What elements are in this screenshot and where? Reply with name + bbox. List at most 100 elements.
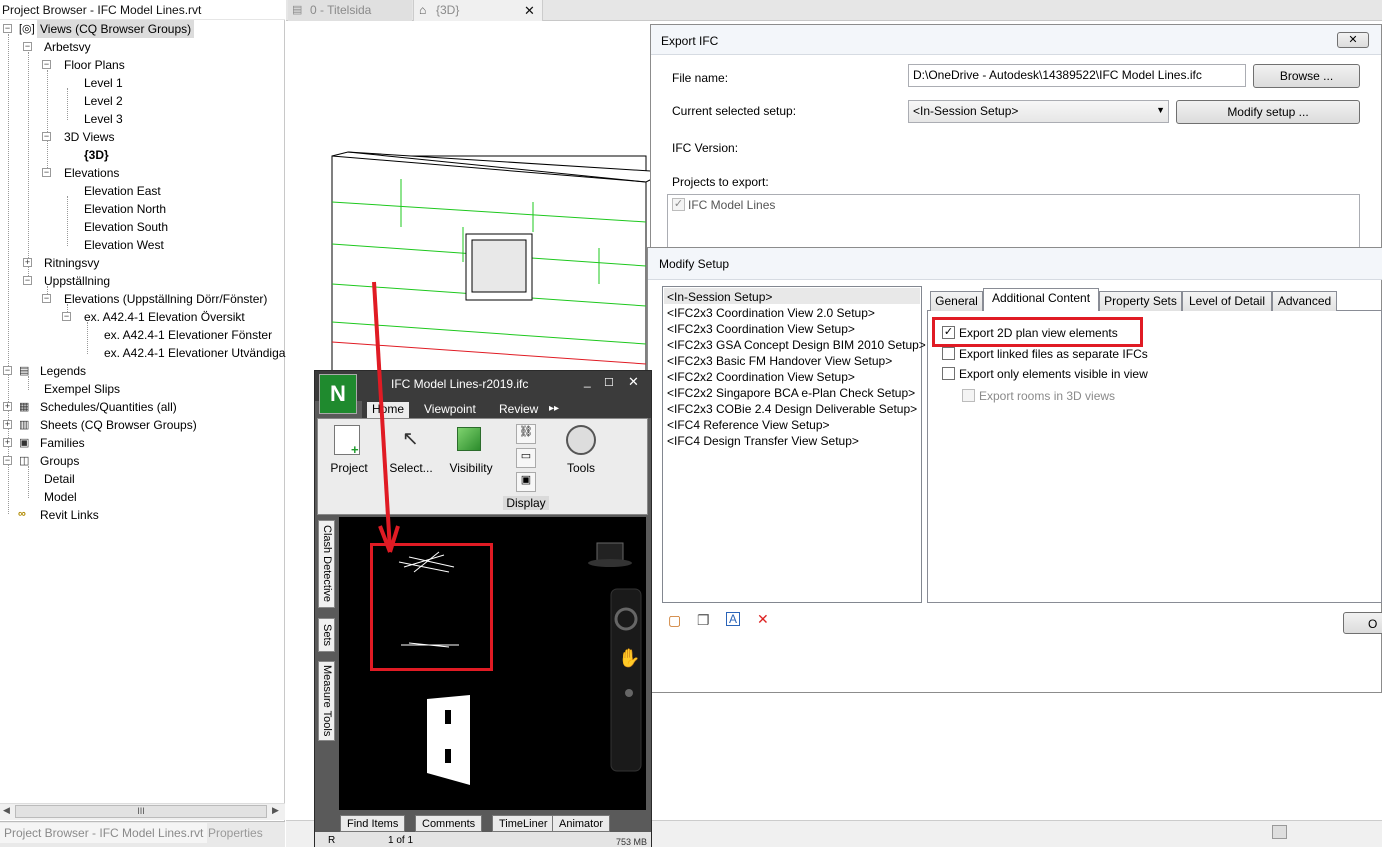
collapse-toggle[interactable]: − xyxy=(3,24,12,33)
tree-item-ritningsvy[interactable]: Ritningsvy xyxy=(44,254,99,272)
tab-titelsida[interactable]: ▤ 0 - Titelsida xyxy=(288,0,412,21)
tree-item-views[interactable]: Views (CQ Browser Groups) xyxy=(37,20,195,38)
collapse-toggle[interactable]: − xyxy=(23,276,32,285)
tree-item-elevationer-fonster[interactable]: ex. A42.4-1 Elevationer Fönster xyxy=(104,326,272,344)
close-button[interactable]: ✕ xyxy=(1337,32,1369,48)
tree-item-groups[interactable]: Groups xyxy=(40,452,79,470)
export-rooms-checkbox[interactable] xyxy=(962,389,975,402)
duplicate-setup-icon[interactable]: ❐ xyxy=(697,612,710,629)
side-tab-clash-detective[interactable]: Clash Detective xyxy=(318,520,335,608)
side-tab-measure-tools[interactable]: Measure Tools xyxy=(318,661,335,741)
setup-item[interactable]: <IFC2x2 Singapore BCA e-Plan Check Setup… xyxy=(667,385,915,401)
more-tabs-icon[interactable]: ▸▸ xyxy=(549,403,559,414)
expand-toggle[interactable]: + xyxy=(3,420,12,429)
ok-button[interactable]: O xyxy=(1343,612,1382,634)
collapse-toggle[interactable]: − xyxy=(3,456,12,465)
tree-item-elevation-oversikt[interactable]: ex. A42.4-1 Elevation Översikt xyxy=(84,308,245,326)
tab-advanced[interactable]: Advanced xyxy=(1272,291,1337,311)
scroll-right-arrow-icon[interactable]: ▶ xyxy=(272,805,279,816)
tree-item-families[interactable]: Families xyxy=(40,434,85,452)
comment-icon[interactable]: ▭ xyxy=(516,448,536,468)
browse-button[interactable]: Browse ... xyxy=(1253,64,1360,88)
scroll-left-arrow-icon[interactable]: ◀ xyxy=(3,805,10,816)
tree-item-detail[interactable]: Detail xyxy=(44,470,75,488)
modify-setup-button[interactable]: Modify setup ... xyxy=(1176,100,1360,124)
setup-item[interactable]: <IFC2x3 COBie 2.4 Design Deliverable Set… xyxy=(667,401,917,417)
collapse-toggle[interactable]: − xyxy=(62,312,71,321)
window-close-icon[interactable]: ✕ xyxy=(628,374,639,390)
tree-item-schedules[interactable]: Schedules/Quantities (all) xyxy=(40,398,177,416)
collapse-toggle[interactable]: − xyxy=(42,168,51,177)
side-tab-sets[interactable]: Sets xyxy=(318,618,335,652)
project-checkbox[interactable]: ✓ xyxy=(672,198,685,211)
tree-item-exempel-slips[interactable]: Exempel Slips xyxy=(44,380,120,398)
ribbon-tab-review[interactable]: Review xyxy=(499,402,538,416)
tab-general[interactable]: General xyxy=(930,291,983,311)
tree-item-elevations-uppstallning[interactable]: Elevations (Uppställning Dörr/Fönster) xyxy=(64,290,267,308)
new-setup-icon[interactable]: ▢ xyxy=(668,612,681,629)
close-icon[interactable]: ✕ xyxy=(524,0,535,21)
ribbon-tab-viewpoint[interactable]: Viewpoint xyxy=(424,402,476,416)
tab-additional-content[interactable]: Additional Content xyxy=(983,288,1099,311)
setup-item[interactable]: <IFC2x3 Coordination View 2.0 Setup> xyxy=(667,305,875,321)
tree-item-elevations[interactable]: Elevations xyxy=(64,164,119,182)
rename-setup-icon[interactable]: A xyxy=(726,612,741,626)
tab-properties[interactable]: Properties xyxy=(204,823,267,843)
setup-item[interactable]: <In-Session Setup> xyxy=(667,289,772,305)
file-name-field[interactable]: D:\OneDrive - Autodesk\14389522\IFC Mode… xyxy=(908,64,1246,87)
tab-level-of-detail[interactable]: Level of Detail xyxy=(1182,291,1272,311)
tree-item-elevation-north[interactable]: Elevation North xyxy=(84,200,166,218)
tree-item-level-3[interactable]: Level 3 xyxy=(84,110,123,128)
collapse-toggle[interactable]: − xyxy=(23,42,32,51)
properties-icon[interactable]: ▣ xyxy=(516,472,536,492)
maximize-icon[interactable]: ☐ xyxy=(604,376,614,389)
collapse-toggle[interactable]: − xyxy=(42,294,51,303)
tree-item-3d[interactable]: {3D} xyxy=(84,146,109,164)
bottom-tab-find-items[interactable]: Find Items xyxy=(340,815,406,832)
setup-item[interactable]: <IFC4 Reference View Setup> xyxy=(667,417,830,433)
bottom-tab-comments[interactable]: Comments xyxy=(415,815,483,832)
collapse-toggle[interactable]: − xyxy=(42,132,51,141)
export-linked-checkbox[interactable] xyxy=(942,347,955,360)
setup-item[interactable]: <IFC2x3 Basic FM Handover View Setup> xyxy=(667,353,892,369)
delete-setup-icon[interactable]: ✕ xyxy=(757,611,769,628)
tools-button[interactable]: Tools xyxy=(556,461,606,475)
tree-item-uppstallning[interactable]: Uppställning xyxy=(44,272,110,290)
app-menu-button[interactable]: N xyxy=(319,374,357,414)
scrollbar-thumb[interactable]: III xyxy=(15,805,267,818)
tree-item-elevationer-utvandiga[interactable]: ex. A42.4-1 Elevationer Utvändiga xyxy=(104,344,285,362)
tree-item-revit-links[interactable]: Revit Links xyxy=(40,506,99,524)
tree-item-model[interactable]: Model xyxy=(44,488,77,506)
expand-toggle[interactable]: + xyxy=(3,438,12,447)
tree-item-elevation-east[interactable]: Elevation East xyxy=(84,182,161,200)
tree-item-3d-views[interactable]: 3D Views xyxy=(64,128,114,146)
tree-item-sheets[interactable]: Sheets (CQ Browser Groups) xyxy=(40,416,197,434)
bottom-tab-timeliner[interactable]: TimeLiner xyxy=(492,815,555,832)
tab-3d[interactable]: ⌂ {3D} ✕ xyxy=(413,0,543,21)
expand-toggle[interactable]: + xyxy=(3,402,12,411)
tree-item-legends[interactable]: Legends xyxy=(40,362,86,380)
tree-item-elevation-south[interactable]: Elevation South xyxy=(84,218,168,236)
export-visible-checkbox[interactable] xyxy=(942,367,955,380)
tab-project-browser[interactable]: Project Browser - IFC Model Lines.rvt xyxy=(0,823,208,843)
setup-item[interactable]: <IFC2x3 GSA Concept Design BIM 2010 Setu… xyxy=(667,337,926,353)
setup-select[interactable]: <In-Session Setup> ▼ xyxy=(908,100,1169,123)
tree-item-arbetsvy[interactable]: Arbetsvy xyxy=(44,38,91,56)
collapse-toggle[interactable]: − xyxy=(3,366,12,375)
tree-item-floor-plans[interactable]: Floor Plans xyxy=(64,56,125,74)
viewport-scroll-thumb[interactable] xyxy=(1272,825,1287,839)
tab-property-sets[interactable]: Property Sets xyxy=(1099,291,1182,311)
tree-item-elevation-west[interactable]: Elevation West xyxy=(84,236,164,254)
bottom-tab-animator[interactable]: Animator xyxy=(552,815,611,832)
tree-item-level-2[interactable]: Level 2 xyxy=(84,92,123,110)
setup-item[interactable]: <IFC2x3 Coordination View Setup> xyxy=(667,321,855,337)
setup-item[interactable]: <IFC4 Design Transfer View Setup> xyxy=(667,433,859,449)
tree-item-level-1[interactable]: Level 1 xyxy=(84,74,123,92)
visibility-button[interactable]: Visibility xyxy=(446,461,496,475)
setup-item[interactable]: <IFC2x2 Coordination View Setup> xyxy=(667,369,855,385)
pan-hand-icon[interactable]: ✋ xyxy=(618,648,640,669)
expand-toggle[interactable]: + xyxy=(23,258,32,267)
link-icon[interactable]: ⛓ xyxy=(516,424,536,444)
minimize-icon[interactable]: _ xyxy=(584,374,591,388)
collapse-toggle[interactable]: − xyxy=(42,60,51,69)
